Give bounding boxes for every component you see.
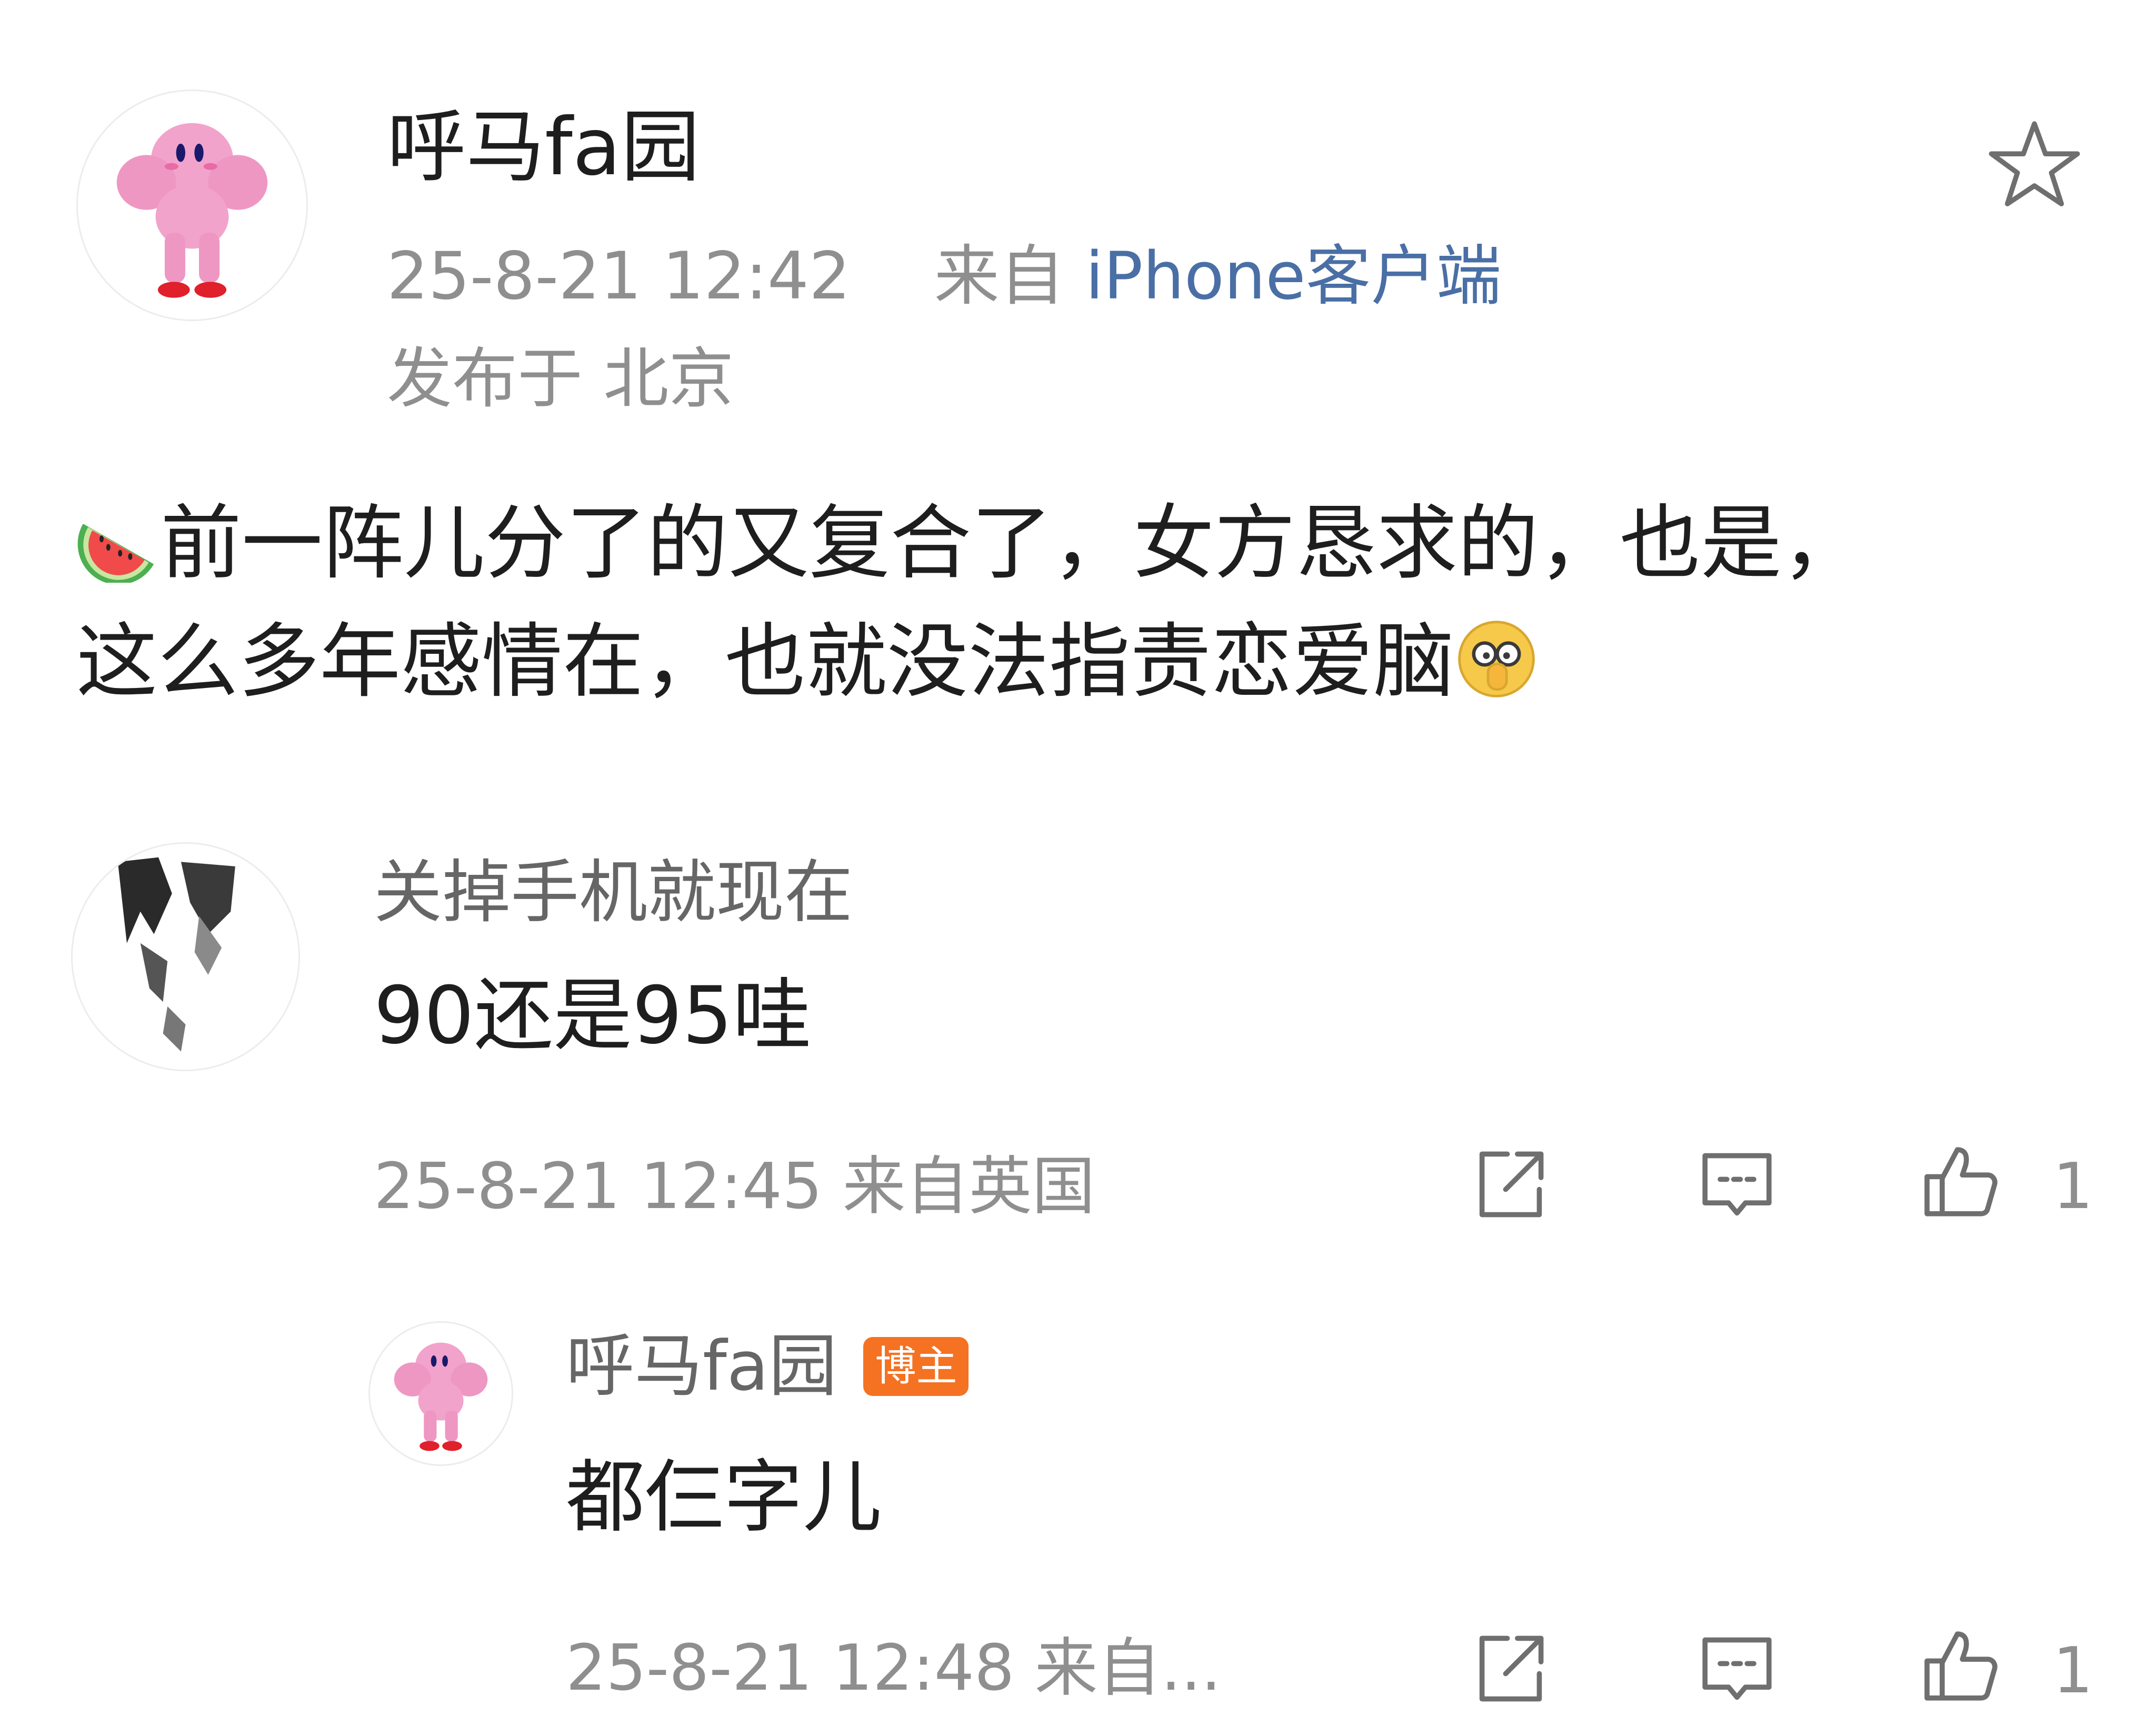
peek-eyes-emoji xyxy=(1454,614,1539,699)
post-body: 前一阵儿分了的又复合了，女方恳求的，也是， 这么多年感情在，也就没法指责恋爱脑 xyxy=(76,484,2092,721)
comment-text: 90还是95哇 xyxy=(374,970,812,1062)
watermelon-emoji xyxy=(76,496,161,585)
post-date: 25-8-21 12:42 xyxy=(387,238,851,314)
star-outline-icon[interactable] xyxy=(1984,116,2084,216)
commenter-avatar[interactable] xyxy=(71,842,300,1071)
share-icon[interactable] xyxy=(1469,1142,1553,1226)
post-source-link[interactable]: iPhone客户端 xyxy=(1085,238,1502,314)
reply-text: 都仨字儿 xyxy=(566,1452,882,1543)
comment-author-name[interactable]: 关掉手机就现在 xyxy=(374,847,853,937)
reply-author-row: 呼马fa园 博主 xyxy=(566,1321,969,1411)
thumbs-up-icon[interactable] xyxy=(1919,1624,2003,1708)
comment-meta: 25-8-21 12:45 来自英国 xyxy=(374,1150,1095,1223)
post-text-line1: 前一阵儿分了的又复合了，女方恳求的，也是， xyxy=(161,496,1863,591)
comment-icon[interactable] xyxy=(1695,1142,1779,1226)
post-meta: 25-8-21 12:42 来自 iPhone客户端 xyxy=(387,234,1502,318)
post-text-line2: 这么多年感情在，也就没法指责恋爱脑 xyxy=(76,615,1455,709)
reply-author-avatar[interactable] xyxy=(368,1321,513,1466)
reply-meta: 25-8-21 12:48 来自... xyxy=(566,1632,1221,1705)
ink-sketch-avatar-image xyxy=(73,844,298,1070)
thumbs-up-icon[interactable] xyxy=(1919,1140,2003,1224)
comment-icon[interactable] xyxy=(1695,1627,1779,1711)
share-icon[interactable] xyxy=(1469,1627,1553,1711)
pink-muscle-character-avatar-image xyxy=(394,1342,488,1451)
like-count: 1 xyxy=(2053,1150,2093,1223)
post-from-prefix: 来自 xyxy=(934,238,1065,314)
post-author-name[interactable]: 呼马fa园 xyxy=(387,97,700,197)
blogger-badge: 博主 xyxy=(863,1337,969,1396)
author-avatar[interactable] xyxy=(76,89,308,321)
reply-author-name[interactable]: 呼马fa园 xyxy=(566,1326,837,1406)
like-count: 1 xyxy=(2053,1634,2093,1708)
pink-muscle-character-avatar-image xyxy=(116,123,268,298)
post-location: 发布于 北京 xyxy=(387,341,734,417)
